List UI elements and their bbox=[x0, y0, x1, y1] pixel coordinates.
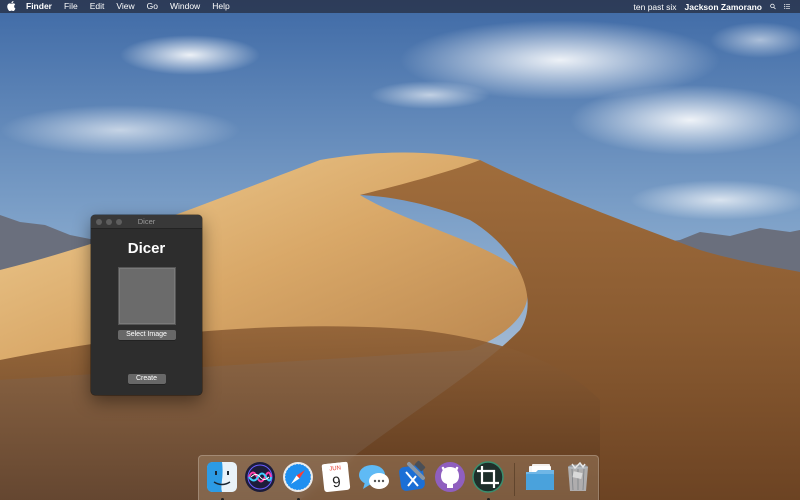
menu-view[interactable]: View bbox=[110, 0, 140, 13]
minimize-window-button[interactable] bbox=[106, 218, 112, 225]
app-heading: Dicer bbox=[127, 240, 166, 257]
safari-icon bbox=[283, 462, 313, 492]
folder-icon bbox=[526, 464, 554, 490]
create-button[interactable]: Create bbox=[127, 374, 166, 384]
dock-divider bbox=[514, 463, 515, 496]
image-drop-well[interactable] bbox=[117, 267, 176, 325]
menubar-user[interactable]: Jackson Zamorano bbox=[681, 2, 766, 12]
menubar-clock[interactable]: ten past six bbox=[630, 2, 681, 12]
menu-edit[interactable]: Edit bbox=[84, 0, 111, 13]
dicer-window: Dicer Dicer Select Image Create bbox=[91, 215, 202, 395]
siri-icon bbox=[245, 462, 275, 492]
menu-go[interactable]: Go bbox=[141, 0, 164, 13]
dock-item-applications-folder[interactable] bbox=[523, 460, 557, 494]
messages-icon bbox=[359, 465, 389, 489]
dock-item-safari[interactable] bbox=[281, 460, 315, 500]
crop-icon bbox=[472, 461, 504, 493]
xcode-icon bbox=[399, 460, 426, 491]
finder-icon bbox=[207, 462, 237, 492]
dock-item-finder[interactable] bbox=[205, 460, 239, 500]
dock-item-dicer[interactable] bbox=[471, 460, 505, 500]
trash-icon bbox=[568, 461, 588, 491]
calendar-month: JUN bbox=[329, 465, 341, 472]
window-controls bbox=[91, 218, 122, 225]
menu-help[interactable]: Help bbox=[206, 0, 235, 13]
close-window-button[interactable] bbox=[96, 218, 102, 225]
dock-item-trash[interactable] bbox=[561, 460, 595, 494]
dock: JUN 9 bbox=[198, 455, 599, 500]
menu-bar: Finder File Edit View Go Window Help ten… bbox=[0, 0, 800, 13]
dock-item-siri[interactable] bbox=[243, 460, 277, 494]
select-image-button[interactable]: Select Image bbox=[117, 330, 176, 340]
notification-center-icon[interactable] bbox=[780, 0, 794, 13]
menu-file[interactable]: File bbox=[58, 0, 84, 13]
zoom-window-button[interactable] bbox=[116, 218, 122, 225]
dock-item-calendar[interactable]: JUN 9 bbox=[319, 460, 353, 494]
dock-item-messages[interactable] bbox=[357, 460, 391, 494]
menu-finder[interactable]: Finder bbox=[22, 0, 58, 13]
apple-icon[interactable] bbox=[0, 0, 22, 13]
spotlight-search-icon[interactable] bbox=[766, 0, 780, 13]
github-icon bbox=[435, 462, 465, 492]
calendar-day: 9 bbox=[332, 474, 342, 492]
dock-item-github[interactable] bbox=[433, 460, 467, 494]
calendar-icon: JUN 9 bbox=[321, 461, 351, 492]
menu-window[interactable]: Window bbox=[164, 0, 206, 13]
window-titlebar[interactable]: Dicer bbox=[91, 215, 202, 229]
dock-item-xcode[interactable] bbox=[395, 460, 429, 494]
